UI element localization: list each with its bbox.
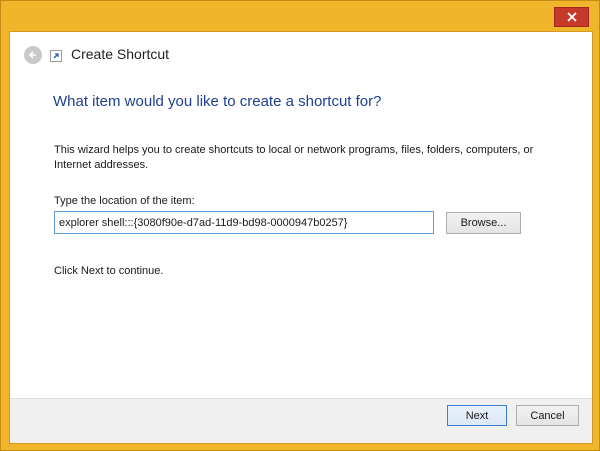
back-arrow-icon [28,51,36,59]
next-button[interactable]: Next [447,405,507,426]
window-frame: Create Shortcut What item would you like… [0,0,600,451]
window-title: Create Shortcut [71,46,170,62]
cancel-button[interactable]: Cancel [516,405,579,426]
shortcut-icon [50,50,62,62]
dialog-header: Create Shortcut [10,32,592,76]
back-button[interactable] [24,46,42,64]
wizard-description: This wizard helps you to create shortcut… [54,144,534,171]
location-label: Type the location of the item: [54,195,195,207]
location-input[interactable] [54,211,434,234]
dialog-client-area: Create Shortcut What item would you like… [9,31,593,444]
close-icon [566,12,577,22]
browse-button[interactable]: Browse... [446,212,521,234]
page-heading: What item would you like to create a sho… [53,93,382,110]
continue-hint: Click Next to continue. [54,265,164,277]
close-button[interactable] [554,7,589,27]
